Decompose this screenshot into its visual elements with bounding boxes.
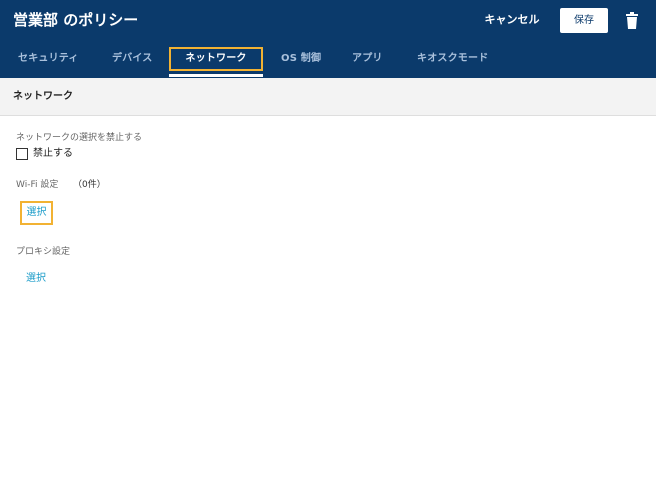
section-title: ネットワーク <box>13 91 73 102</box>
tab-kiosk-mode[interactable]: キオスクモード <box>417 47 488 71</box>
active-tab-indicator <box>169 74 263 77</box>
wifi-select-link[interactable]: 選択 <box>20 201 53 225</box>
trash-icon[interactable] <box>624 12 640 30</box>
cancel-button[interactable]: キャンセル <box>478 10 546 30</box>
wifi-settings-label: Wi-Fi 設定 <box>16 180 59 190</box>
tab-device[interactable]: デバイス <box>112 47 153 71</box>
network-restriction-label: ネットワークの選択を禁止する <box>16 133 143 143</box>
tab-apps[interactable]: アプリ <box>352 47 383 71</box>
prohibit-checkbox-label[interactable]: 禁止する <box>33 147 73 161</box>
page-title: 営業部 のポリシー <box>13 11 139 29</box>
section-header: ネットワーク <box>0 78 656 116</box>
tab-network[interactable]: ネットワーク <box>169 47 263 71</box>
tab-security[interactable]: セキュリティ <box>18 47 79 71</box>
prohibit-checkbox[interactable] <box>16 148 28 160</box>
header-bar: 営業部 のポリシー キャンセル 保存 セキュリティ デバイス ネットワーク OS… <box>0 0 656 78</box>
tab-os-control[interactable]: OS 制御 <box>281 47 321 71</box>
proxy-select-link[interactable]: 選択 <box>26 272 46 286</box>
wifi-count: （0件） <box>73 180 106 190</box>
save-button[interactable]: 保存 <box>560 8 608 33</box>
proxy-settings-label: プロキシ設定 <box>16 247 71 257</box>
